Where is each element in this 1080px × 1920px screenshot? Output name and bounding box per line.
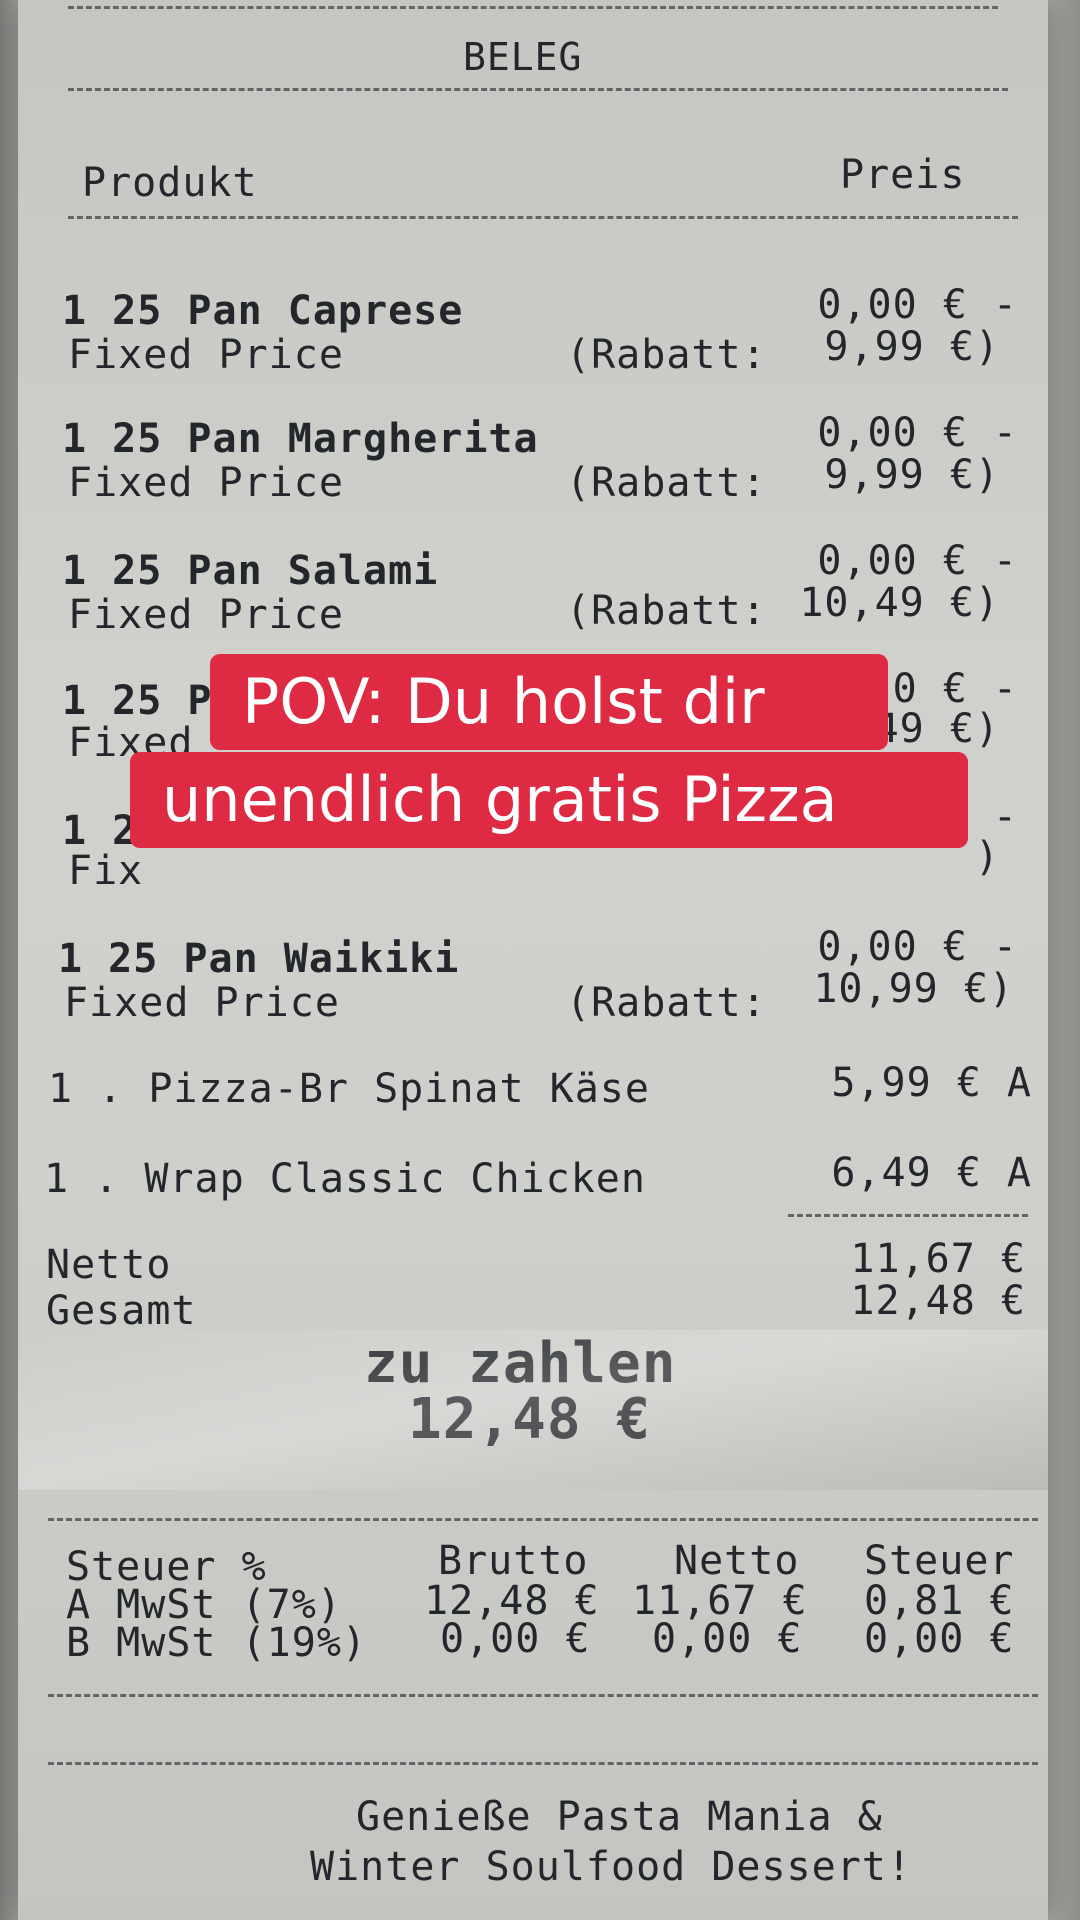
item-price: -: [992, 794, 1018, 840]
item-detail: Fixed Price: [68, 332, 344, 378]
tax-row-label: B MwSt (19%): [66, 1620, 367, 1666]
item-name: 1 25 Pan Margherita: [62, 416, 539, 462]
item-discount: 10,99 €): [813, 966, 1014, 1012]
item-rabatt: (Rabatt:: [566, 332, 767, 378]
item-price: 0,00 € -: [817, 924, 1018, 970]
divider: [48, 1694, 1038, 1697]
divider: [68, 88, 1008, 91]
gesamt-label: Gesamt: [46, 1288, 197, 1334]
receipt-title: BELEG: [463, 35, 583, 79]
extra-item-name: 1 . Wrap Classic Chicken: [44, 1156, 646, 1202]
extra-item-price: 5,99 € A: [831, 1060, 1032, 1106]
netto-value: 11,67 €: [850, 1236, 1026, 1282]
tax-cell: 0,00 €: [440, 1616, 591, 1662]
item-price: 0,00 € -: [817, 282, 1018, 328]
item-rabatt: (Rabatt:: [566, 588, 767, 634]
divider: [48, 1518, 1038, 1521]
item-detail: Fix: [68, 848, 144, 894]
column-header-price: Preis: [840, 152, 966, 198]
item-price: 0 € -: [892, 666, 1018, 712]
item-price: 0,00 € -: [817, 410, 1018, 456]
divider: [48, 1762, 1038, 1765]
item-discount: 9,99 €): [824, 324, 1000, 370]
item-detail: Fixed Price: [68, 592, 344, 638]
amount-due-label: zu zahlen: [364, 1331, 677, 1396]
tax-cell: 0,00 €: [864, 1616, 1015, 1662]
footer-message: Genieße Pasta Mania &: [356, 1794, 883, 1840]
item-name: 1 25 Pan Waikiki: [58, 936, 460, 982]
gesamt-value: 12,48 €: [850, 1278, 1026, 1324]
tax-header: Steuer: [864, 1538, 1015, 1584]
item-discount: 49 €): [874, 706, 1000, 752]
tax-cell: 0,00 €: [652, 1616, 803, 1662]
item-name: 1 25 Pan Caprese: [62, 288, 464, 334]
item-detail: Fixed Price: [68, 460, 344, 506]
item-discount: ): [974, 834, 1000, 880]
netto-label: Netto: [46, 1242, 172, 1288]
item-detail: Fixed Price: [64, 980, 340, 1026]
item-price: 0,00 € -: [817, 538, 1018, 584]
extra-item-name: 1 . Pizza-Br Spinat Käse: [48, 1066, 650, 1112]
item-discount: 9,99 €): [824, 452, 1000, 498]
divider: [68, 216, 1018, 219]
tax-header: Netto: [674, 1538, 800, 1584]
footer-message: Winter Soulfood Dessert!: [310, 1844, 912, 1890]
item-rabatt: (Rabatt:: [566, 980, 767, 1026]
tax-header: Brutto: [438, 1538, 589, 1584]
column-header-product: Produkt: [82, 160, 258, 206]
extra-item-price: 6,49 € A: [831, 1150, 1032, 1196]
caption-line-2: unendlich gratis Pizza: [130, 752, 968, 848]
item-name: 1 25 Pan Salami: [62, 548, 439, 594]
item-rabatt: (Rabatt:: [566, 460, 767, 506]
amount-due-value: 12,48 €: [408, 1387, 652, 1452]
caption-line-1: POV: Du holst dir: [210, 654, 888, 750]
divider: [788, 1214, 1028, 1217]
receipt-paper: BELEG Produkt Preis 1 25 Pan Caprese Fix…: [18, 0, 1048, 1920]
item-name: 1 2: [62, 808, 138, 854]
item-discount: 10,49 €): [799, 580, 1000, 626]
divider: [68, 6, 998, 9]
